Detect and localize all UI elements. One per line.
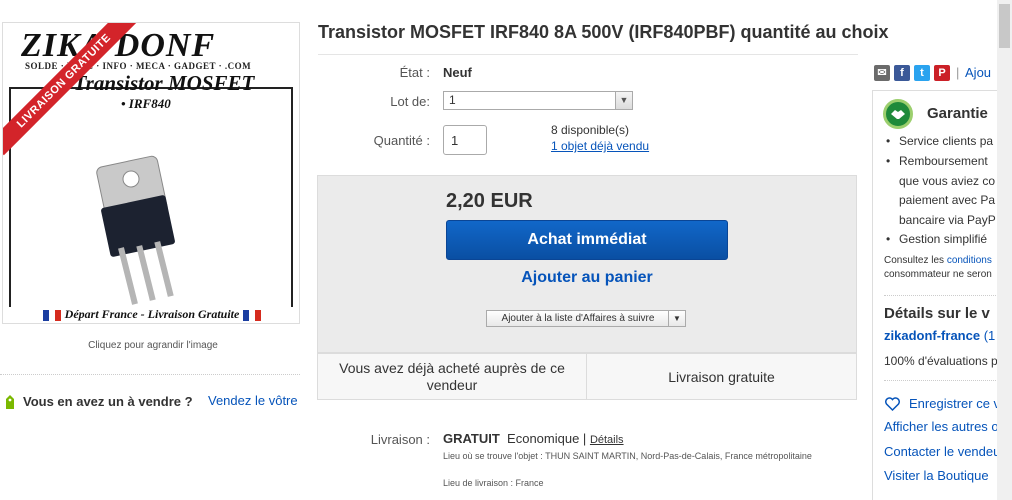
seller-name[interactable]: zikadonf-france (1	[884, 328, 995, 343]
save-seller-label[interactable]: Enregistrer ce v	[884, 396, 1000, 411]
price-tag-icon	[6, 395, 14, 409]
sell-question: Vous en avez un à vendre ?	[23, 394, 193, 409]
image-part-number: • IRF840	[121, 96, 171, 111]
image-footer: Départ France - Livraison Gratuite	[3, 307, 299, 322]
guarantee-item-text: Gestion simplifié	[899, 232, 988, 246]
available-count: 8 disponible(s)	[551, 123, 630, 137]
guarantee-note-text: consommateur ne seron	[884, 269, 992, 280]
contact-seller-link[interactable]: Contacter le vendeu	[884, 444, 1000, 459]
guarantee-note: Consultez les conditions consommateur ne…	[884, 254, 992, 282]
shipping-free: GRATUIT	[443, 431, 500, 446]
divider	[884, 295, 1012, 296]
add-to-cart-button[interactable]: Ajouter au panier	[446, 269, 728, 287]
quantity-input[interactable]: 1	[443, 125, 487, 155]
lot-select-value: 1	[449, 93, 456, 107]
guarantee-item: Remboursement que vous aviez co paiement…	[886, 152, 996, 230]
shipping-value: GRATUIT Economique | Détails	[443, 431, 624, 446]
buy-now-button[interactable]: Achat immédiat	[446, 220, 728, 260]
other-items-link[interactable]: Afficher les autres o	[884, 419, 999, 434]
watchlist-label: Ajouter à la liste d'Affaires à suivre	[501, 313, 655, 324]
french-flag-icon	[243, 309, 262, 321]
chevron-down-icon[interactable]: ▼	[668, 311, 685, 326]
chevron-down-icon[interactable]: ▼	[615, 92, 632, 109]
email-icon[interactable]: ✉	[874, 64, 890, 81]
guarantee-item-text: bancaire via PayP	[899, 212, 996, 227]
item-location: Lieu où se trouve l'objet : THUN SAINT M…	[443, 451, 812, 461]
guarantee-item: Gestion simplifié	[886, 230, 987, 250]
shipping-label: Livraison :	[370, 432, 430, 447]
enlarge-caption[interactable]: Cliquez pour agrandir l'image	[0, 340, 306, 351]
lot-select[interactable]: 1 ▼	[443, 91, 633, 110]
shipping-details-link[interactable]: Détails	[590, 434, 624, 446]
facebook-icon[interactable]: f	[894, 64, 910, 81]
twitter-icon[interactable]: t	[914, 64, 930, 81]
visit-store-link[interactable]: Visiter la Boutique	[884, 468, 989, 483]
condition-value: Neuf	[443, 65, 472, 80]
add-to-collection-link[interactable]: Ajou	[965, 65, 991, 80]
guarantee-title: Garantie	[927, 105, 988, 122]
conditions-link[interactable]: conditions	[947, 255, 992, 266]
condition-label: État :	[399, 65, 430, 80]
pinterest-icon[interactable]: P	[934, 64, 950, 81]
seller-section-title: Détails sur le v	[884, 305, 990, 322]
image-title: • Transistor MOSFET	[61, 71, 255, 95]
delivery-location: Lieu de livraison : France	[443, 478, 544, 488]
seller-feedback-score: 100% d'évaluations p	[884, 354, 998, 368]
save-seller-link[interactable]: Enregistrer ce v	[884, 396, 1000, 411]
guarantee-item: Service clients pa	[886, 132, 993, 152]
seller-name-text[interactable]: zikadonf-france	[884, 328, 980, 343]
price: 2,20 EUR	[446, 190, 533, 212]
divider	[884, 380, 1012, 381]
sell-yours-link[interactable]: Vendez le vôtre	[208, 393, 298, 408]
lot-label: Lot de:	[390, 94, 430, 109]
previous-purchase-notice: Vous avez déjà acheté auprès de ce vende…	[317, 353, 587, 400]
guarantee-item-text: Service clients pa	[899, 134, 994, 148]
image-footer-text: Départ France - Livraison Gratuite	[64, 307, 240, 321]
quantity-label: Quantité :	[373, 133, 430, 148]
product-image[interactable]: ZIKA'DONF SOLDE · ELEC · INFO · MECA · G…	[2, 22, 300, 324]
divider	[0, 374, 300, 375]
guarantee-item-text: paiement avec Pa	[899, 193, 996, 207]
divider	[318, 54, 858, 55]
share-bar: ✉ f t P | Ajou	[874, 64, 991, 81]
scrollbar-thumb[interactable]	[999, 4, 1010, 48]
scrollbar[interactable]	[997, 0, 1012, 500]
shipping-method: Economique |	[507, 431, 587, 446]
sold-count-link[interactable]: 1 objet déjà vendu	[551, 139, 649, 153]
free-shipping-notice: Livraison gratuite	[587, 353, 857, 400]
image-tagline: SOLDE · ELEC · INFO · MECA · GADGET · .C…	[25, 61, 252, 71]
handshake-icon	[883, 99, 913, 129]
transistor-illustration	[96, 155, 175, 305]
french-flag-icon	[42, 309, 61, 321]
guarantee-item-text: que vous aviez co	[899, 173, 996, 188]
add-to-watchlist-button[interactable]: Ajouter à la liste d'Affaires à suivre ▼	[486, 310, 686, 327]
seller-feedback-count[interactable]: (1	[984, 328, 996, 343]
share-separator: |	[956, 65, 960, 81]
page-title: Transistor MOSFET IRF840 8A 500V (IRF840…	[318, 22, 889, 42]
guarantee-item-text: Remboursement	[899, 154, 988, 168]
guarantee-note-text: Consultez les	[884, 255, 945, 266]
